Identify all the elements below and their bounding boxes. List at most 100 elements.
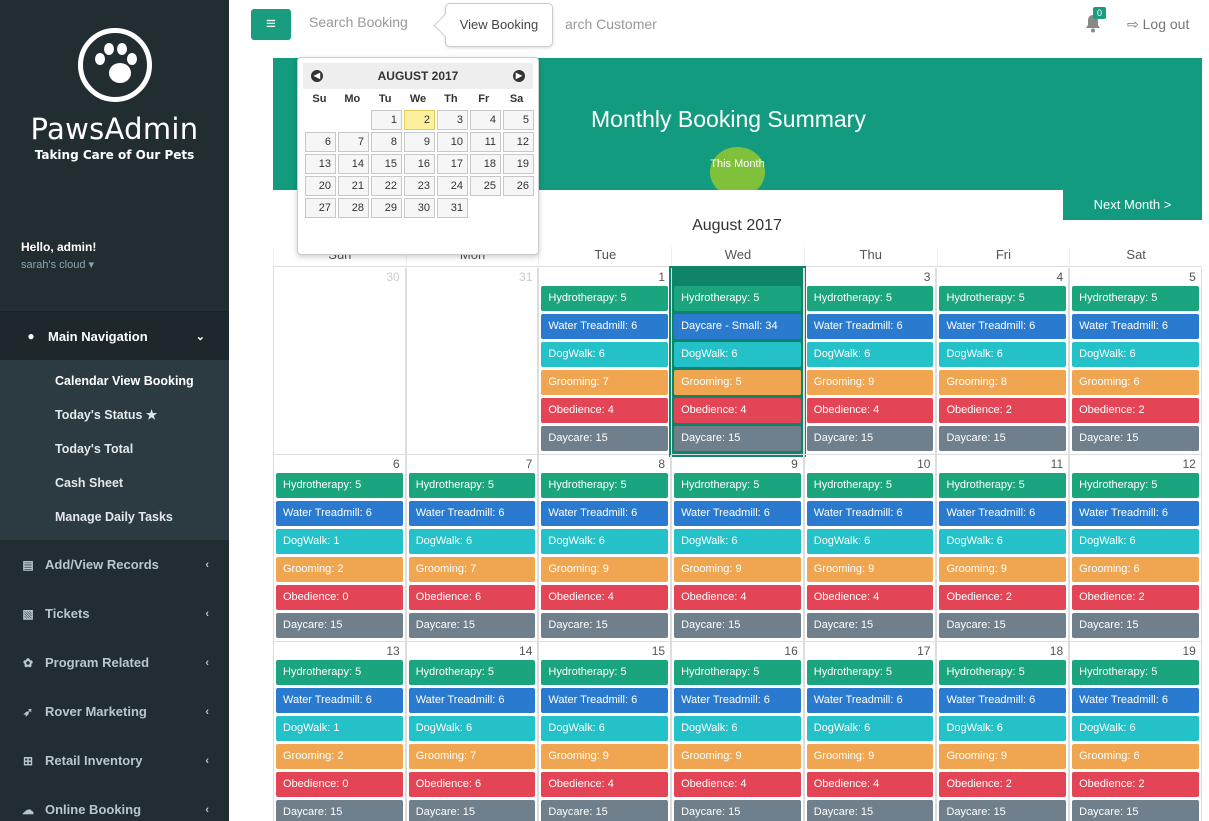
datepicker-day[interactable]: 2 [404,110,435,130]
datepicker-day[interactable]: 18 [470,154,501,174]
booking-event[interactable]: Hydrotherapy: 5 [1072,660,1199,685]
booking-event[interactable]: Hydrotherapy: 5 [541,660,669,685]
booking-event[interactable]: Obedience: 2 [1072,585,1199,610]
search-customer-input[interactable]: arch Customer [565,16,657,32]
booking-event[interactable]: Hydrotherapy: 5 [674,660,801,685]
booking-event[interactable]: DogWalk: 1 [276,716,403,741]
calendar-day[interactable]: 11 Hydrotherapy: 5 Water Treadmill: 6 DogWa… [936,455,1070,642]
booking-event[interactable]: Obedience: 6 [408,772,536,797]
booking-event[interactable]: Hydrotherapy: 5 [939,286,1067,311]
booking-event[interactable]: Daycare: 15 [674,800,801,821]
booking-event[interactable]: Daycare: 15 [541,613,669,638]
calendar-day[interactable]: 9 Hydrotherapy: 5 Water Treadmill: 6 DogWal… [671,455,804,642]
booking-event[interactable]: Obedience: 2 [1072,398,1199,423]
booking-event[interactable]: Water Treadmill: 6 [806,688,934,713]
booking-event[interactable]: Obedience: 2 [939,772,1067,797]
booking-event[interactable]: DogWalk: 6 [806,716,934,741]
datepicker-day[interactable]: 24 [437,176,468,196]
booking-event[interactable]: Hydrotherapy: 5 [806,473,934,498]
booking-event[interactable]: Obedience: 6 [408,585,536,610]
booking-event[interactable]: Hydrotherapy: 5 [1072,286,1199,311]
booking-event[interactable]: Grooming: 9 [939,744,1067,769]
booking-event[interactable]: Obedience: 4 [806,585,934,610]
booking-event[interactable]: Grooming: 6 [1072,370,1199,395]
submenu-item[interactable]: Manage Daily Tasks [0,500,229,534]
datepicker-day[interactable]: 9 [404,132,435,152]
booking-event[interactable]: Water Treadmill: 6 [939,688,1067,713]
booking-event[interactable]: Water Treadmill: 6 [541,314,669,339]
booking-event[interactable]: DogWalk: 6 [1072,342,1199,367]
booking-event[interactable]: Daycare: 15 [541,426,669,451]
booking-event[interactable]: Hydrotherapy: 5 [276,660,403,685]
sidebar-item-program-related[interactable]: ✿ Program Related ‹ [0,638,229,687]
booking-event[interactable]: Daycare: 15 [1072,613,1199,638]
sidebar-item-rover-marketing[interactable]: ➶ Rover Marketing ‹ [0,687,229,736]
booking-event[interactable]: Water Treadmill: 6 [939,314,1067,339]
datepicker-day[interactable]: 25 [470,176,501,196]
booking-event[interactable]: DogWalk: 6 [939,716,1067,741]
submenu-item[interactable]: Today's Status ★ [0,398,229,432]
calendar-day[interactable]: 3 Hydrotherapy: 5 Water Treadmill: 6 DogWal… [803,268,937,455]
calendar-day[interactable]: 19 Hydrotherapy: 5 Water Treadmill: 6 DogWa… [1069,642,1202,821]
booking-event[interactable]: Water Treadmill: 6 [541,688,669,713]
booking-event[interactable]: DogWalk: 6 [408,529,536,554]
datepicker-day[interactable]: 7 [338,132,369,152]
booking-event[interactable]: Daycare: 15 [1072,426,1199,451]
next-month-button[interactable]: Next Month > [1063,190,1202,220]
prev-month-icon[interactable]: ◀ [311,70,323,82]
calendar-day[interactable]: 13 Hydrotherapy: 5 Water Treadmill: 6 DogWa… [273,642,406,821]
datepicker-day[interactable]: 16 [404,154,435,174]
booking-event[interactable]: Daycare: 15 [806,613,934,638]
booking-event[interactable]: Daycare - Small: 34 [674,314,801,339]
booking-event[interactable]: Hydrotherapy: 5 [408,473,536,498]
booking-event[interactable]: DogWalk: 6 [939,342,1067,367]
booking-event[interactable]: Grooming: 6 [1072,744,1199,769]
sidebar-item-tickets[interactable]: ▧ Tickets ‹ [0,589,229,638]
booking-event[interactable]: Water Treadmill: 6 [806,314,934,339]
booking-event[interactable]: Daycare: 15 [674,613,801,638]
datepicker-day[interactable]: 4 [470,110,501,130]
booking-event[interactable]: Hydrotherapy: 5 [939,660,1067,685]
calendar-day[interactable]: 30 [273,268,406,455]
calendar-day[interactable]: 1 Hydrotherapy: 5 Water Treadmill: 6 DogWal… [538,268,672,455]
booking-event[interactable]: DogWalk: 6 [674,716,801,741]
calendar-day[interactable]: 6 Hydrotherapy: 5 Water Treadmill: 6 DogWal… [273,455,406,642]
booking-event[interactable]: Water Treadmill: 6 [1072,314,1199,339]
search-booking-input[interactable] [309,14,439,30]
datepicker-day[interactable]: 13 [305,154,336,174]
datepicker-day[interactable]: 31 [437,198,468,218]
view-booking-tooltip[interactable]: View Booking [445,3,553,47]
datepicker-day[interactable]: 22 [371,176,402,196]
booking-event[interactable]: Water Treadmill: 6 [408,688,536,713]
sidebar-item-retail-inventory[interactable]: ⊞ Retail Inventory ‹ [0,736,229,785]
booking-event[interactable]: Daycare: 15 [541,800,669,821]
booking-event[interactable]: Water Treadmill: 6 [674,688,801,713]
booking-event[interactable]: Obedience: 2 [1072,772,1199,797]
datepicker-day[interactable]: 10 [437,132,468,152]
booking-event[interactable]: Daycare: 15 [276,613,403,638]
booking-event[interactable]: Obedience: 4 [806,398,934,423]
booking-event[interactable]: Water Treadmill: 6 [276,501,403,526]
datepicker-day[interactable]: 8 [371,132,402,152]
booking-event[interactable]: Daycare: 15 [276,800,403,821]
booking-event[interactable]: Daycare: 15 [408,800,536,821]
booking-event[interactable]: Daycare: 15 [1072,800,1199,821]
datepicker-day[interactable]: 19 [503,154,534,174]
booking-event[interactable]: Hydrotherapy: 5 [806,660,934,685]
booking-event[interactable]: Obedience: 0 [276,772,403,797]
datepicker-day[interactable]: 17 [437,154,468,174]
calendar-day[interactable]: 7 Hydrotherapy: 5 Water Treadmill: 6 DogWal… [405,455,539,642]
booking-event[interactable]: Grooming: 6 [1072,557,1199,582]
calendar-day[interactable]: 5 Hydrotherapy: 5 Water Treadmill: 6 DogWal… [1069,268,1202,455]
booking-event[interactable]: Grooming: 9 [674,557,801,582]
booking-event[interactable]: Grooming: 9 [806,370,934,395]
booking-event[interactable]: Daycare: 15 [806,426,934,451]
booking-event[interactable]: Hydrotherapy: 5 [276,473,403,498]
booking-event[interactable]: Water Treadmill: 6 [806,501,934,526]
logout-button[interactable]: ⇨ Log out [1127,16,1189,33]
booking-event[interactable]: DogWalk: 6 [674,342,801,367]
datepicker-day[interactable]: 5 [503,110,534,130]
booking-event[interactable]: Grooming: 7 [408,744,536,769]
booking-event[interactable]: Hydrotherapy: 5 [541,286,669,311]
booking-event[interactable]: Water Treadmill: 6 [939,501,1067,526]
